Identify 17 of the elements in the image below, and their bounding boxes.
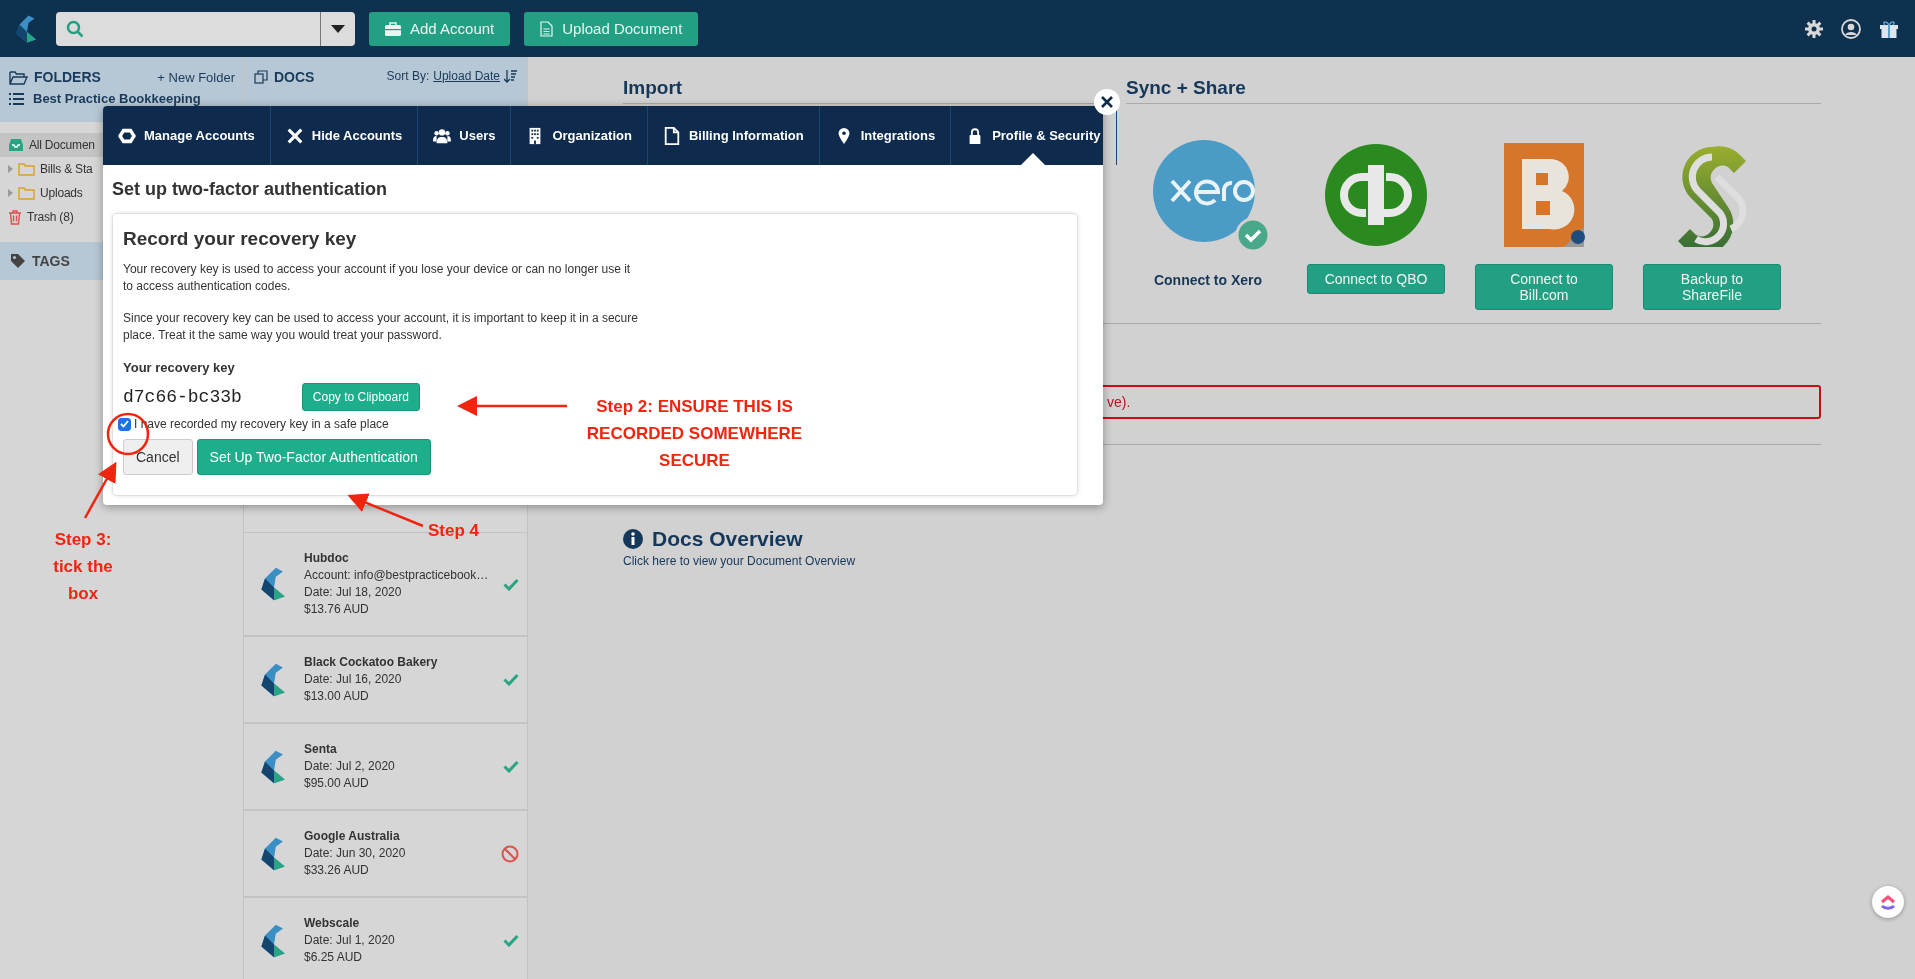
field-label: Your recovery key: [123, 360, 236, 375]
document-details: Senta Date: Jul 2, 2020 $95.00 AUD: [304, 741, 396, 792]
section-title: DOCS: [274, 69, 315, 85]
section-title: FOLDERS: [34, 69, 101, 85]
document-details: Black Cockatoo Bakery Date: Jul 16, 2020 $13.00 AUD: [304, 654, 439, 705]
connected-label: Connect to Xero: [1153, 272, 1263, 288]
section-title: Sync + Share: [1126, 77, 1821, 104]
document-details: Google Australia Date: Jun 30, 2020 $33.26 AUD: [304, 828, 407, 879]
document-details: Hubdoc Account: info@bestpracticebook… Date: Jul 18, 2020 $13.76 AUD: [304, 550, 489, 618]
paragraph: Since your recovery key can be used to access your account, it is important to keep it in a secure place. Treat it the same way you would treat your password.: [123, 310, 639, 344]
annotation-text: Step 3: tick the box: [52, 529, 114, 605]
dialog-heading: Set up two-factor authentication: [112, 178, 388, 201]
section-title: Docs Overview: [652, 527, 803, 551]
sort-label: Sort By:: [386, 69, 430, 83]
annotation-text: Step 2: ENSURE THIS IS RECORDED SOMEWHERE SECURE: [585, 396, 804, 472]
document-details: Webscale Date: Jul 1, 2020 $6.25 AUD: [304, 915, 396, 966]
recovery-key: d7c66-bc33b: [123, 387, 242, 407]
